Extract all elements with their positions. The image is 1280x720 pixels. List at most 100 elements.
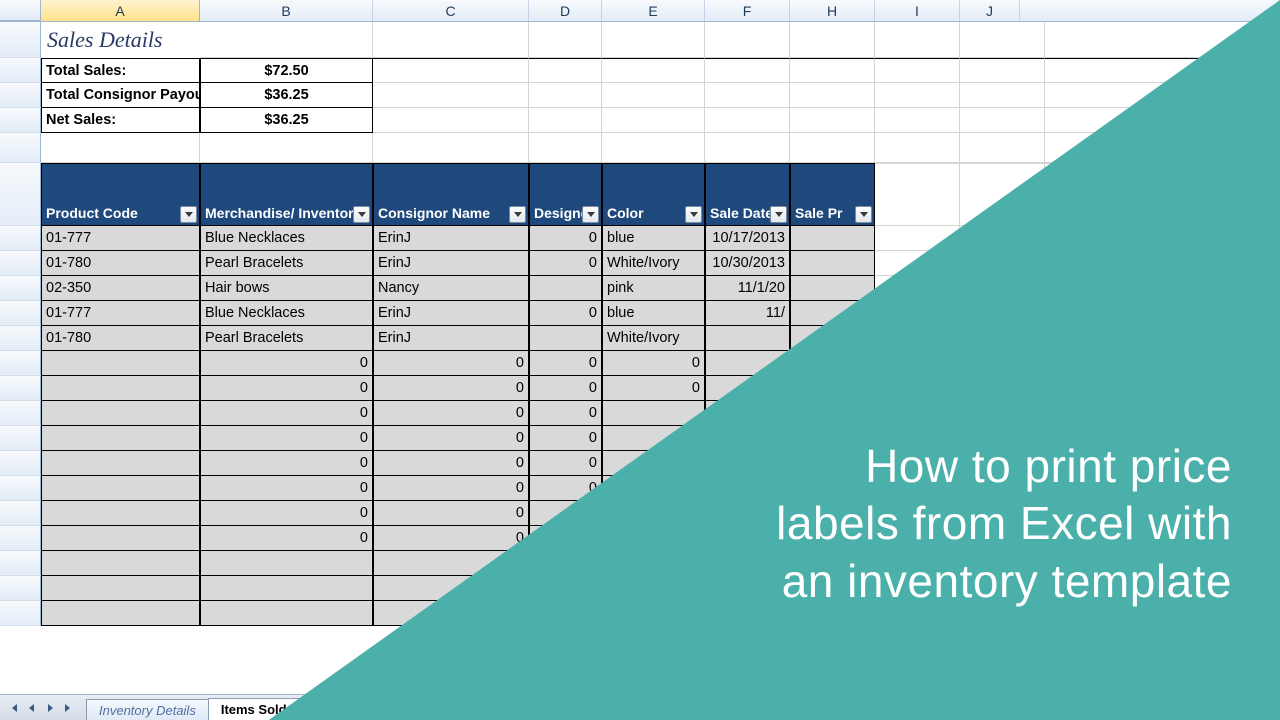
cell[interactable] — [373, 83, 529, 108]
cell[interactable] — [373, 58, 529, 83]
row-gutter[interactable] — [0, 426, 41, 451]
row-gutter[interactable] — [0, 351, 41, 376]
cell[interactable] — [41, 576, 200, 601]
cell[interactable]: 0 — [200, 426, 373, 451]
cell-color[interactable]: White/Ivory — [602, 251, 705, 276]
cell-consignor[interactable]: ErinJ — [373, 326, 529, 351]
cell-designer[interactable]: 0 — [529, 251, 602, 276]
cell[interactable] — [790, 58, 875, 83]
cell[interactable] — [200, 576, 373, 601]
cell[interactable]: 0 — [529, 376, 602, 401]
cell-sale-price[interactable] — [790, 226, 875, 251]
cell-merchandise[interactable]: Pearl Bracelets — [200, 326, 373, 351]
column-header-C[interactable]: C — [373, 0, 529, 21]
column-header-E[interactable]: E — [602, 0, 705, 21]
filter-dropdown-icon[interactable] — [582, 206, 599, 223]
cell[interactable] — [960, 83, 1045, 108]
cell[interactable] — [529, 83, 602, 108]
cell[interactable] — [41, 351, 200, 376]
cell-consignor[interactable]: ErinJ — [373, 226, 529, 251]
cell[interactable] — [875, 83, 960, 108]
cell[interactable]: 0 — [373, 376, 529, 401]
cell[interactable] — [200, 133, 373, 163]
cell[interactable]: 0 — [200, 476, 373, 501]
cell[interactable] — [705, 108, 790, 133]
summary-value[interactable]: $72.50 — [200, 58, 373, 83]
cell[interactable] — [41, 451, 200, 476]
cell[interactable] — [790, 133, 875, 163]
table-header-consignor-name[interactable]: Consignor Name — [373, 163, 529, 226]
row-gutter[interactable] — [0, 251, 41, 276]
summary-label[interactable]: Total Sales: — [41, 58, 200, 83]
column-header-F[interactable]: F — [705, 0, 790, 21]
cell[interactable] — [875, 133, 960, 163]
row-gutter[interactable] — [0, 551, 41, 576]
tab-nav-prev[interactable] — [24, 700, 40, 716]
row-gutter[interactable] — [0, 601, 41, 626]
cell-sale-date[interactable]: 10/30/2013 — [705, 251, 790, 276]
cell-designer[interactable] — [529, 326, 602, 351]
cell-sale-date[interactable]: 11/ — [705, 301, 790, 326]
row-gutter[interactable] — [0, 108, 41, 133]
cell-color[interactable]: blue — [602, 301, 705, 326]
cell[interactable]: 0 — [200, 376, 373, 401]
cell[interactable]: 0 — [373, 526, 529, 551]
cell[interactable] — [602, 22, 705, 58]
cell[interactable] — [705, 83, 790, 108]
filter-dropdown-icon[interactable] — [509, 206, 526, 223]
cell[interactable] — [790, 108, 875, 133]
cell[interactable]: 0 — [529, 451, 602, 476]
cell-merchandise[interactable]: Blue Necklaces — [200, 301, 373, 326]
cell-consignor[interactable]: Nancy — [373, 276, 529, 301]
cell[interactable]: 0 — [200, 451, 373, 476]
cell[interactable] — [200, 601, 373, 626]
cell[interactable]: 0 — [200, 526, 373, 551]
cell[interactable] — [875, 58, 960, 83]
row-gutter[interactable] — [0, 133, 41, 163]
cell[interactable] — [790, 22, 875, 58]
filter-dropdown-icon[interactable] — [353, 206, 370, 223]
column-header-A[interactable]: A — [41, 0, 200, 21]
row-gutter[interactable] — [0, 576, 41, 601]
cell[interactable]: 0 — [200, 501, 373, 526]
cell[interactable] — [529, 22, 602, 58]
cell[interactable] — [529, 108, 602, 133]
cell-color[interactable]: pink — [602, 276, 705, 301]
column-header-I[interactable]: I — [875, 0, 960, 21]
cell-product-code[interactable]: 02-350 — [41, 276, 200, 301]
cell[interactable] — [705, 133, 790, 163]
cell[interactable] — [875, 22, 960, 58]
cell[interactable] — [41, 426, 200, 451]
cell-sale-price[interactable] — [790, 276, 875, 301]
cell-product-code[interactable]: 01-780 — [41, 251, 200, 276]
cell-product-code[interactable]: 01-777 — [41, 226, 200, 251]
cell[interactable]: 0 — [373, 351, 529, 376]
tab-nav-first[interactable] — [6, 700, 22, 716]
cell[interactable]: 0 — [373, 501, 529, 526]
cell[interactable] — [875, 108, 960, 133]
cell[interactable] — [602, 133, 705, 163]
row-gutter[interactable] — [0, 476, 41, 501]
cell-color[interactable]: blue — [602, 226, 705, 251]
row-gutter[interactable] — [0, 401, 41, 426]
cell[interactable] — [373, 108, 529, 133]
column-header-H[interactable]: H — [790, 0, 875, 21]
tab-nav-last[interactable] — [60, 700, 76, 716]
cell-designer[interactable]: 0 — [529, 301, 602, 326]
summary-label[interactable]: Total Consignor Payout: — [41, 83, 200, 108]
summary-label[interactable]: Net Sales: — [41, 108, 200, 133]
cell[interactable] — [41, 401, 200, 426]
cell[interactable] — [41, 476, 200, 501]
row-gutter[interactable] — [0, 226, 41, 251]
cell[interactable]: 0 — [602, 376, 705, 401]
filter-dropdown-icon[interactable] — [855, 206, 872, 223]
cell[interactable] — [529, 133, 602, 163]
cell-designer[interactable]: 0 — [529, 226, 602, 251]
cell-consignor[interactable]: ErinJ — [373, 251, 529, 276]
table-header-sale-pr[interactable]: Sale Pr — [790, 163, 875, 226]
cell-sale-date[interactable]: 11/1/20 — [705, 276, 790, 301]
sheet-tab-inventory-details[interactable]: Inventory Details — [86, 699, 209, 720]
filter-dropdown-icon[interactable] — [770, 206, 787, 223]
cell[interactable] — [602, 108, 705, 133]
select-all-corner[interactable] — [0, 0, 41, 21]
